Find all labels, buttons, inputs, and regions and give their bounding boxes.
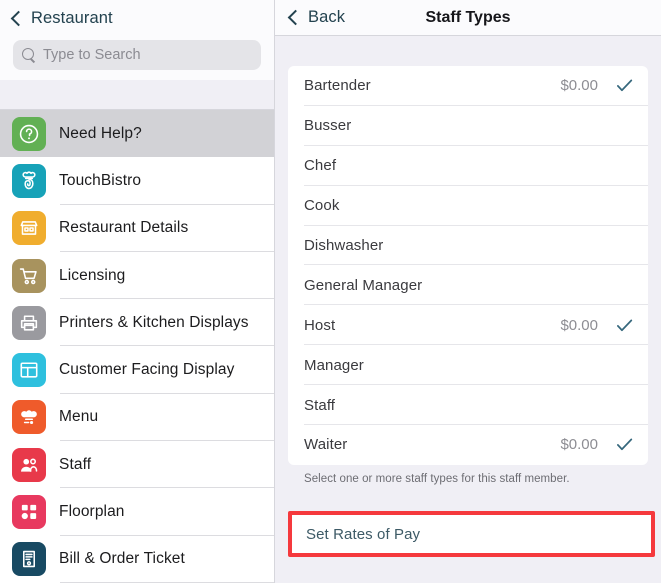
sidebar-back-label: Restaurant [31,8,113,27]
staff-type-name: Staff [304,396,336,414]
chevron-left-icon [10,10,27,26]
staff-type-row[interactable]: Host $0.00 [288,305,648,346]
sidebar-item-label: Staff [59,455,92,473]
sidebar-item-need-help[interactable]: Need Help? [0,110,274,158]
chef-fingerprint-icon [12,163,46,198]
sidebar-spacer [0,80,274,110]
question-circle-icon [12,116,46,151]
staff-type-amount: $0.00 [560,77,598,95]
staff-types-list: Bartender $0.00 Busser Chef Cook Dishwasher Ge… [288,66,648,465]
red-highlight-annotation [288,511,655,557]
sidebar-item-label: TouchBistro [59,171,142,189]
sidebar-item-restaurant-details[interactable]: Restaurant Details [0,204,274,252]
staff-type-name: Bartender [304,77,371,95]
main-pane: Back Staff Types Bartender $0.00 Busser Che… [275,0,661,583]
staff-type-name: General Manager [304,276,423,294]
chevron-left-icon [287,9,304,26]
staff-type-name: Waiter [304,436,348,454]
checkmark-icon [615,316,634,335]
main-back-button[interactable]: Back [275,8,345,27]
sidebar-item-label: Licensing [59,266,126,284]
sidebar-item-bill-order-ticket[interactable]: Bill & Order Ticket [0,535,274,583]
sidebar-item-label: Bill & Order Ticket [59,550,185,568]
shopping-cart-icon [12,258,46,293]
sidebar-item-menu[interactable]: Menu [0,393,274,442]
staff-type-row[interactable]: General Manager [288,265,648,306]
app-root: Restaurant Type to Search Need Help? Touc… [0,0,661,583]
layout-panel-icon [12,353,46,388]
staff-type-row[interactable]: Chef [288,146,648,186]
floorplan-shapes-icon [12,495,46,530]
staff-type-amount: $0.00 [560,436,598,454]
storefront-icon [12,211,46,246]
search-input[interactable]: Type to Search [13,40,261,70]
checkmark-icon [615,76,634,95]
sidebar-item-staff[interactable]: Staff [0,441,274,489]
search-placeholder: Type to Search [43,47,141,63]
staff-type-row[interactable]: Waiter $0.00 [288,425,648,465]
staff-type-name: Chef [304,157,337,175]
sidebar-menu-list: Need Help? TouchBistro Restaurant Details L… [0,110,274,583]
sidebar-item-printers-kitchen-displays[interactable]: Printers & Kitchen Displays [0,299,274,347]
sidebar-item-label: Menu [59,408,99,426]
staff-types-footnote: Select one or more staff types for this … [304,472,570,485]
chef-hat-utensil-icon [12,400,46,435]
sidebar-back-button[interactable]: Restaurant [10,8,113,28]
sidebar: Restaurant Type to Search Need Help? Touc… [0,0,275,583]
staff-type-amount: $0.00 [560,316,598,334]
main-nav-bar: Back Staff Types [275,0,661,36]
sidebar-item-label: Floorplan [59,503,125,521]
search-icon [22,48,36,62]
sidebar-item-licensing[interactable]: Licensing [0,251,274,300]
staff-type-row[interactable]: Dishwasher [288,226,648,266]
staff-type-row[interactable]: Bartender $0.00 [288,66,648,106]
staff-type-row[interactable]: Busser [288,106,648,146]
sidebar-item-touchbistro[interactable]: TouchBistro [0,157,274,205]
sidebar-nav-bar: Restaurant [0,0,274,36]
sidebar-item-label: Need Help? [59,124,142,142]
sidebar-item-customer-facing-display[interactable]: Customer Facing Display [0,346,274,394]
staff-type-name: Busser [304,117,352,135]
printer-icon [12,305,46,340]
sidebar-item-label: Printers & Kitchen Displays [59,313,249,331]
staff-type-name: Manager [304,356,364,374]
set-rates-of-pay-container: Set Rates of Pay [288,511,655,557]
sidebar-item-label: Restaurant Details [59,219,189,237]
staff-type-name: Cook [304,197,340,215]
two-people-icon [12,447,46,482]
staff-type-row[interactable]: Staff [288,385,648,426]
staff-type-row[interactable]: Manager [288,345,648,386]
staff-type-row[interactable]: Cook [288,186,648,226]
staff-type-name: Dishwasher [304,237,384,254]
staff-type-name: Host [304,316,336,334]
search-container: Type to Search [0,36,274,80]
main-back-label: Back [308,8,346,26]
sidebar-item-label: Customer Facing Display [59,361,235,379]
checkmark-icon [615,435,634,454]
receipt-icon [12,542,46,577]
sidebar-item-floorplan[interactable]: Floorplan [0,488,274,536]
